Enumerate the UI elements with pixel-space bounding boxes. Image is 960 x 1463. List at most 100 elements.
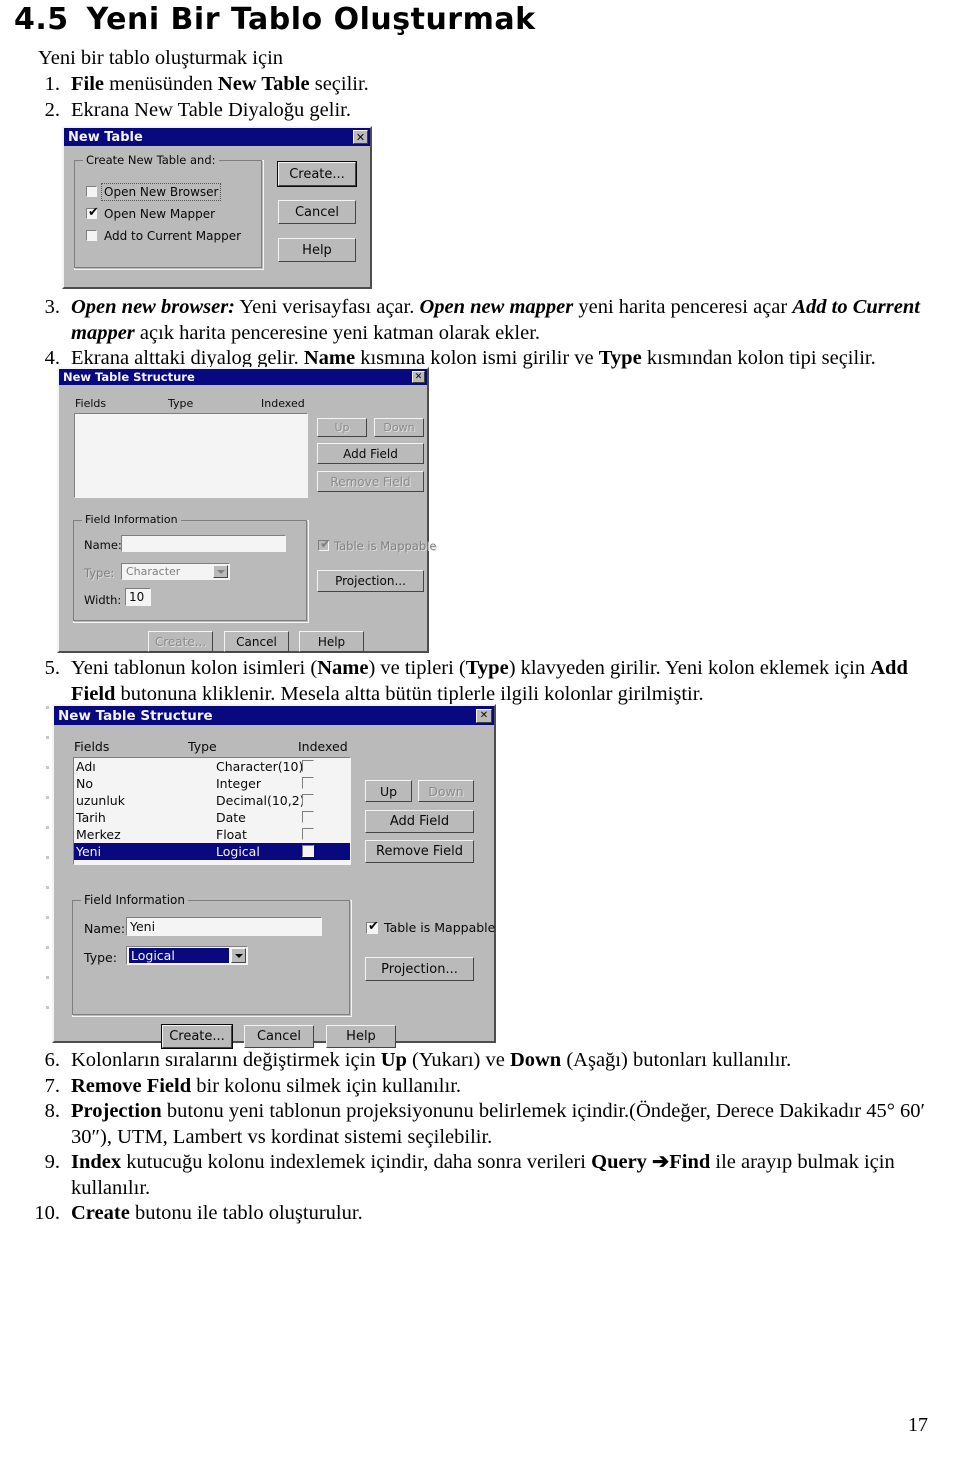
list-item: 5. Yeni tablonun kolon isimleri (Name) v… bbox=[28, 656, 948, 707]
dialog-new-table-structure-empty[interactable]: New Table Structure ✕ Fields Type Indexe… bbox=[57, 367, 436, 653]
field-type-cell: Float bbox=[216, 827, 247, 842]
indexed-checkbox[interactable] bbox=[302, 794, 314, 806]
list-text: Ekrana alttaki diyalog gelir. Name kısmı… bbox=[71, 347, 876, 369]
dialog-title: New Table Structure bbox=[58, 707, 213, 724]
list-marker: 3. bbox=[44, 296, 60, 318]
list-marker: 1. bbox=[44, 73, 60, 95]
field-name-cell: Tarih bbox=[76, 810, 106, 825]
help-button[interactable]: Help bbox=[326, 1025, 396, 1048]
checkbox-open-new-browser-label: Open New Browser bbox=[100, 183, 222, 201]
projection-button[interactable]: Projection... bbox=[317, 570, 424, 592]
width-value: 10 bbox=[129, 590, 145, 604]
fields-list[interactable] bbox=[74, 413, 308, 498]
create-button[interactable]: Create... bbox=[278, 162, 356, 186]
width-input[interactable]: 10 bbox=[125, 588, 151, 606]
checkbox-add-to-current-mapper[interactable] bbox=[86, 230, 97, 241]
cancel-button[interactable]: Cancel bbox=[244, 1025, 314, 1048]
heading-text: Yeni Bir Tablo Oluşturmak bbox=[86, 2, 536, 37]
field-type-cell: Decimal(10,2) bbox=[216, 793, 305, 808]
help-button[interactable]: Help bbox=[299, 631, 364, 652]
dialog-title: New Table bbox=[68, 129, 143, 145]
steps-list-2: 3. Open new browser: Yeni verisayfası aç… bbox=[28, 295, 958, 372]
type-dropdown[interactable]: Character bbox=[121, 563, 230, 580]
checkbox-table-is-mappable[interactable]: ✔ bbox=[318, 538, 331, 551]
name-input[interactable] bbox=[121, 535, 286, 552]
down-button[interactable]: Down bbox=[418, 780, 474, 802]
add-field-button[interactable]: Add Field bbox=[365, 810, 474, 833]
close-icon[interactable]: ✕ bbox=[353, 130, 368, 144]
up-button[interactable]: Up bbox=[365, 780, 412, 802]
column-header-type: Type bbox=[188, 739, 217, 754]
cancel-button[interactable]: Cancel bbox=[224, 631, 289, 652]
field-name-cell: Yeni bbox=[76, 844, 102, 859]
list-item: 6. Kolonların sıralarını değiştirmek içi… bbox=[28, 1048, 958, 1074]
table-is-mappable-label: Table is Mappable bbox=[384, 920, 496, 935]
create-button[interactable]: Create... bbox=[162, 1025, 232, 1048]
create-button[interactable]: Create... bbox=[148, 631, 213, 652]
type-label: Type: bbox=[84, 566, 115, 580]
dialog-new-table[interactable]: New Table ✕ Create New Table and: Open N… bbox=[62, 126, 372, 289]
close-icon[interactable]: ✕ bbox=[412, 371, 425, 383]
list-marker: 8. bbox=[44, 1100, 60, 1122]
checkbox-table-is-mappable[interactable]: ✔ bbox=[366, 920, 379, 934]
group-label: Field Information bbox=[82, 513, 181, 526]
list-marker: 10. bbox=[34, 1202, 60, 1224]
field-name-cell: No bbox=[76, 776, 93, 791]
checkbox-open-new-mapper[interactable]: ✔ bbox=[86, 205, 99, 220]
remove-field-button[interactable]: Remove Field bbox=[365, 840, 474, 863]
indexed-checkbox[interactable] bbox=[302, 777, 314, 789]
field-name-cell: Merkez bbox=[76, 827, 121, 842]
checkbox-add-to-current-mapper-label: Add to Current Mapper bbox=[104, 229, 242, 243]
list-text: Remove Field bir kolonu silmek için kull… bbox=[71, 1074, 462, 1097]
list-text: Ekrana New Table Diyaloğu gelir. bbox=[71, 98, 351, 121]
check-icon: ✔ bbox=[88, 205, 99, 220]
column-header-indexed: Indexed bbox=[298, 739, 348, 754]
type-dropdown[interactable]: Logical bbox=[126, 946, 248, 965]
name-input-value: Yeni bbox=[130, 919, 156, 934]
list-text: Open new browser: Yeni verisayfası açar.… bbox=[71, 296, 920, 344]
dialog-client-area: Fields Type Indexed Adı Character(10) No In… bbox=[54, 725, 496, 1060]
list-text: Yeni tablonun kolon isimleri (Name) ve t… bbox=[71, 657, 908, 705]
list-text: Projection butonu yeni tablonun projeksi… bbox=[71, 1100, 926, 1148]
group-label: Create New Table and: bbox=[83, 153, 219, 167]
indexed-checkbox-column bbox=[302, 760, 314, 857]
cancel-button[interactable]: Cancel bbox=[278, 200, 356, 224]
heading-number: 4.5 bbox=[14, 2, 69, 37]
list-text: Create butonu ile tablo oluşturulur. bbox=[71, 1202, 363, 1224]
field-name-cell: Adı bbox=[76, 759, 96, 774]
type-dropdown-value: Logical bbox=[129, 948, 229, 963]
dialog-new-table-structure-filled[interactable]: New Table Structure ✕ Fields Type Indexe… bbox=[52, 704, 496, 1048]
scan-edge-marks bbox=[46, 706, 49, 1036]
intro-text: Yeni bir tablo oluşturmak için bbox=[38, 47, 284, 69]
indexed-checkbox[interactable] bbox=[302, 845, 314, 857]
list-marker: 2. bbox=[44, 98, 60, 121]
remove-field-button[interactable]: Remove Field bbox=[317, 471, 424, 492]
steps-list-3: 5. Yeni tablonun kolon isimleri (Name) v… bbox=[28, 656, 948, 707]
checkbox-open-new-browser[interactable] bbox=[86, 186, 97, 197]
name-label: Name: bbox=[84, 921, 126, 936]
dialog-client-area: Fields Type Indexed Up Down Add Field Re… bbox=[59, 385, 436, 667]
table-is-mappable-label: Table is Mappable bbox=[334, 539, 437, 553]
chevron-down-icon[interactable] bbox=[231, 948, 246, 963]
down-button[interactable]: Down bbox=[374, 418, 424, 437]
indexed-checkbox[interactable] bbox=[302, 811, 314, 823]
indexed-checkbox[interactable] bbox=[302, 828, 314, 840]
page-title: 4.5 Yeni Bir Tablo Oluşturmak bbox=[14, 2, 536, 37]
up-button[interactable]: Up bbox=[317, 418, 367, 437]
list-item: 9. Index kutucuğu kolonu indexlemek için… bbox=[28, 1150, 958, 1201]
title-bar: New Table Structure ✕ bbox=[54, 706, 494, 725]
name-input[interactable]: Yeni bbox=[126, 917, 322, 936]
list-marker: 9. bbox=[44, 1151, 60, 1173]
close-icon[interactable]: ✕ bbox=[476, 708, 492, 723]
field-type-cell: Logical bbox=[216, 844, 260, 859]
indexed-checkbox[interactable] bbox=[302, 760, 314, 772]
chevron-down-icon[interactable] bbox=[213, 565, 228, 578]
title-bar: New Table ✕ bbox=[64, 128, 370, 146]
add-field-button[interactable]: Add Field bbox=[317, 443, 424, 464]
list-marker: 5. bbox=[44, 657, 60, 679]
list-item: 10. Create butonu ile tablo oluşturulur. bbox=[28, 1201, 958, 1227]
list-item: 3. Open new browser: Yeni verisayfası aç… bbox=[28, 295, 958, 346]
list-item: 8. Projection butonu yeni tablonun proje… bbox=[28, 1099, 958, 1150]
help-button[interactable]: Help bbox=[278, 238, 356, 262]
projection-button[interactable]: Projection... bbox=[365, 957, 474, 981]
